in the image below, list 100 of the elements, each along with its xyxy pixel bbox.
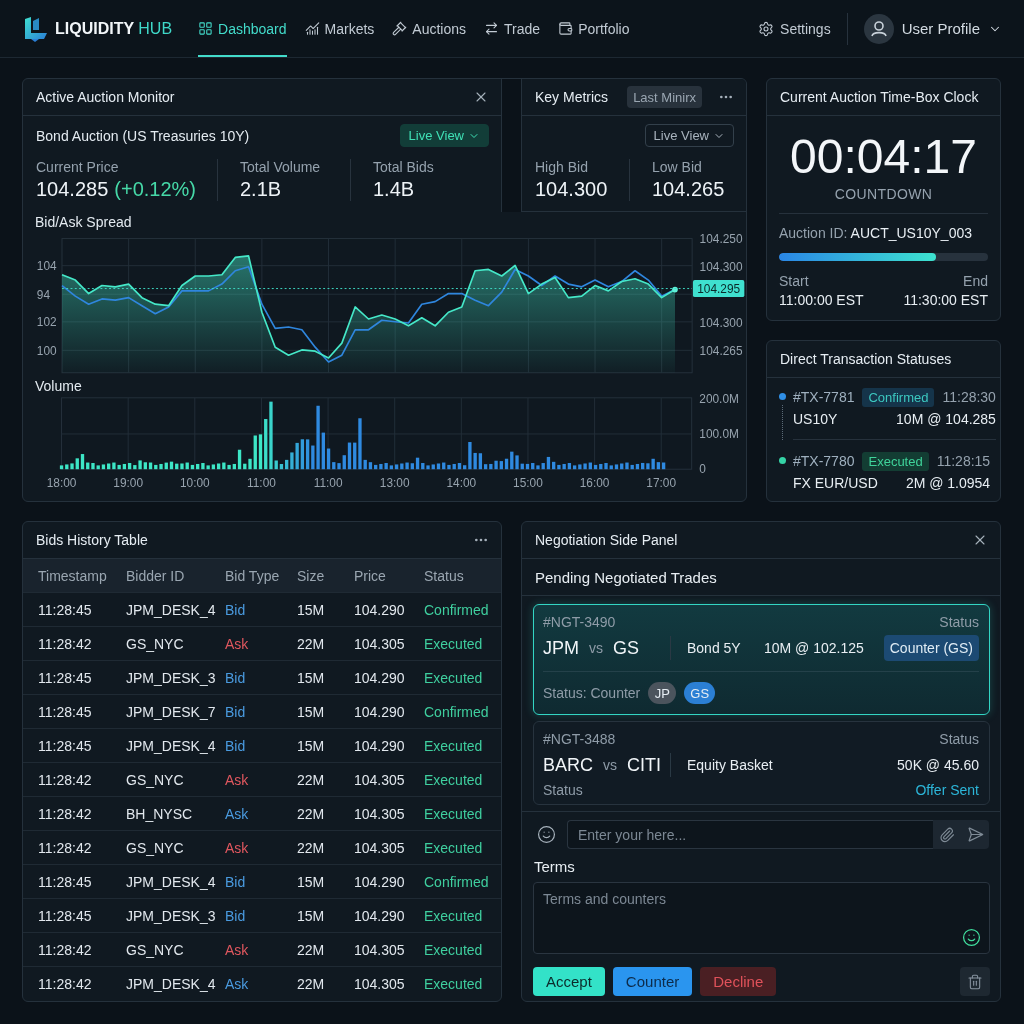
table-cell: JPM_DESK_4: [126, 976, 216, 992]
table-cell: GS_NYC: [126, 941, 184, 958]
terms-field[interactable]: Terms and counters: [533, 882, 990, 954]
grid-icon: [198, 21, 214, 36]
end-label: End: [963, 273, 988, 289]
live-view-button[interactable]: Live View: [644, 124, 734, 147]
column-header: Bidder ID: [126, 567, 185, 584]
panel-title: Key Metrics: [535, 89, 609, 105]
column-header: Size: [297, 567, 325, 584]
nav-link[interactable]: Portfolio: [558, 0, 630, 57]
nav-link[interactable]: Trade: [484, 0, 541, 57]
table-cell: 11:28:42: [38, 771, 92, 788]
column-header: Status: [424, 567, 464, 584]
timeline-line: [782, 405, 783, 440]
status-badge: Confirmed: [862, 387, 935, 407]
trade-id: #NGT-3488: [543, 731, 616, 747]
logo-text: LIQUIDITY HUB: [55, 19, 173, 38]
versus-label: vs: [589, 640, 603, 656]
table-cell: Executed: [424, 737, 483, 754]
table-cell: 104.305: [354, 976, 405, 992]
trade-id: #NGT-3490: [543, 614, 616, 630]
nav-link[interactable]: Markets: [304, 0, 375, 57]
party-name: BARC: [543, 754, 593, 776]
table-cell: Bid: [225, 737, 246, 754]
table-cell: Executed: [424, 976, 483, 992]
table-cell: JPM_DESK_4: [126, 873, 216, 890]
emoji-button[interactable]: [537, 825, 556, 844]
wallet-icon: [558, 21, 574, 36]
table-cell: 22M: [297, 941, 325, 958]
trade-card[interactable]: #NGT-3490 Status JPM vs GS Bond 5Y 10M @ 102.125 Counter (GS) Status: Counter JP GS: [533, 604, 990, 715]
axis-label: 11:00: [247, 476, 276, 491]
party-chip: JP: [648, 682, 677, 704]
table-cell: Executed: [424, 805, 483, 822]
axis-label: 104.300: [699, 315, 743, 330]
party-name: CITI: [627, 754, 661, 776]
table-cell: Ask: [225, 941, 249, 958]
range-button[interactable]: Last Minirx: [627, 86, 702, 108]
axis-label: 14:00: [446, 476, 477, 491]
user-profile-button[interactable]: User Profile: [863, 13, 1002, 44]
action-button[interactable]: Decline: [700, 967, 777, 996]
nav-link[interactable]: Dashboard: [198, 0, 287, 57]
party-name: JPM: [543, 637, 579, 659]
table-cell: Confirmed: [424, 873, 489, 890]
table-cell: 104.305: [354, 941, 405, 958]
panel-title: Active Auction Monitor: [36, 89, 175, 105]
table-cell: 104.290: [354, 703, 405, 720]
status-label: Status: [939, 731, 979, 747]
table-cell: JPM_DESK_4: [126, 601, 216, 618]
swap-arrows-icon: [484, 21, 500, 36]
axis-label: 104.250: [699, 231, 743, 246]
stat-label: Total Volume: [240, 159, 322, 175]
panel-title: Negotiation Side Panel: [535, 532, 678, 548]
action-button[interactable]: Accept: [533, 967, 605, 996]
delete-button[interactable]: [960, 967, 990, 996]
axis-label: 18:00: [46, 476, 77, 491]
smiley-icon: [962, 928, 981, 947]
emoji-button[interactable]: [962, 928, 981, 947]
countdown-time: 00:04:17: [790, 130, 977, 184]
settings-link[interactable]: Settings: [758, 20, 831, 37]
end-time: 11:30:00 EST: [903, 292, 988, 308]
live-view-button[interactable]: Live View: [399, 124, 489, 147]
table-cell: 11:28:42: [38, 805, 92, 822]
table-cell: 22M: [297, 805, 325, 822]
table-cell: Ask: [225, 805, 249, 822]
table-cell: Confirmed: [424, 703, 489, 720]
chart-title: Bid/Ask Spread: [35, 214, 132, 230]
price-tag: 104.295: [692, 279, 744, 298]
table-cell: BH_NYSC: [126, 805, 193, 822]
send-button[interactable]: [961, 820, 989, 849]
table-cell: Ask: [225, 976, 249, 992]
stat-value: 104.300: [535, 177, 609, 201]
axis-label: 16:00: [579, 476, 610, 491]
table-cell: 104.290: [354, 907, 405, 924]
table-cell: Executed: [424, 669, 483, 686]
action-button[interactable]: Counter: [612, 967, 693, 996]
table-cell: JPM_DESK_7: [126, 703, 216, 720]
stat-value: 2.1B: [240, 177, 282, 201]
table-cell: Bid: [225, 669, 246, 686]
attach-button[interactable]: [933, 820, 961, 849]
field-label: Terms: [534, 859, 575, 875]
table-cell: GS_NYC: [126, 839, 184, 856]
smiley-icon: [537, 825, 556, 844]
message-input[interactable]: Enter your here...: [567, 820, 933, 849]
stat-value: 1.4B: [373, 177, 415, 201]
axis-label: 11:00: [313, 476, 343, 491]
status-label: Status: [939, 614, 979, 630]
table-cell: Executed: [424, 839, 483, 856]
trade-card[interactable]: #NGT-3488 Status BARC vs CITI Equity Basket 50K @ 45.60 Status Offer Sent: [533, 721, 990, 805]
axis-label: 104.300: [699, 259, 743, 274]
instrument: US10Y: [793, 411, 838, 427]
nav-link[interactable]: Auctions: [392, 0, 467, 57]
instrument: Equity Basket: [686, 757, 774, 773]
axis-label: 100: [36, 343, 57, 358]
table-cell: 104.290: [354, 873, 405, 890]
table-cell: GS_NYC: [126, 771, 184, 788]
table-cell: 104.290: [354, 601, 405, 618]
bar-chart-icon: [304, 21, 320, 36]
settings-icon: [758, 20, 775, 37]
current-price-dot: [671, 286, 678, 293]
table-cell: GS_NYC: [126, 635, 184, 652]
